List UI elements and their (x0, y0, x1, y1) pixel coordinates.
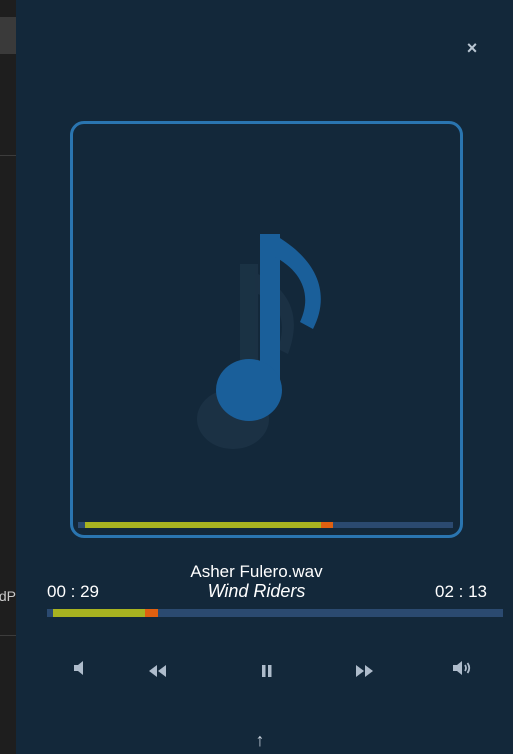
background-divider (0, 155, 16, 156)
mini-progress-head (321, 522, 333, 528)
volume-down-icon (74, 661, 83, 675)
seek-bar-played (53, 609, 145, 617)
file-name: Asher Fulero.wav (190, 562, 323, 581)
seek-bar[interactable] (47, 609, 503, 617)
mini-progress-fill (85, 522, 321, 528)
total-time: 02 : 13 (435, 582, 487, 601)
elapsed-time: 00 : 29 (47, 582, 99, 601)
volume-up-button[interactable] (450, 656, 474, 680)
seek-bar-handle[interactable] (145, 609, 158, 617)
fast-forward-icon (356, 665, 373, 677)
music-note-icon (197, 234, 321, 449)
pause-icon (262, 665, 272, 677)
background-tab (0, 17, 16, 54)
close-button[interactable]: × (463, 38, 481, 58)
rewind-icon (149, 665, 166, 677)
volume-down-button[interactable] (70, 656, 94, 680)
fast-forward-button[interactable] (352, 659, 376, 683)
album-art-frame (70, 121, 463, 538)
up-arrow-button[interactable]: ↑ (250, 730, 270, 750)
mini-progress-bar (78, 522, 453, 528)
rewind-button[interactable] (146, 659, 170, 683)
background-divider (0, 635, 16, 636)
volume-up-icon (453, 661, 471, 675)
pause-button[interactable] (255, 659, 279, 683)
